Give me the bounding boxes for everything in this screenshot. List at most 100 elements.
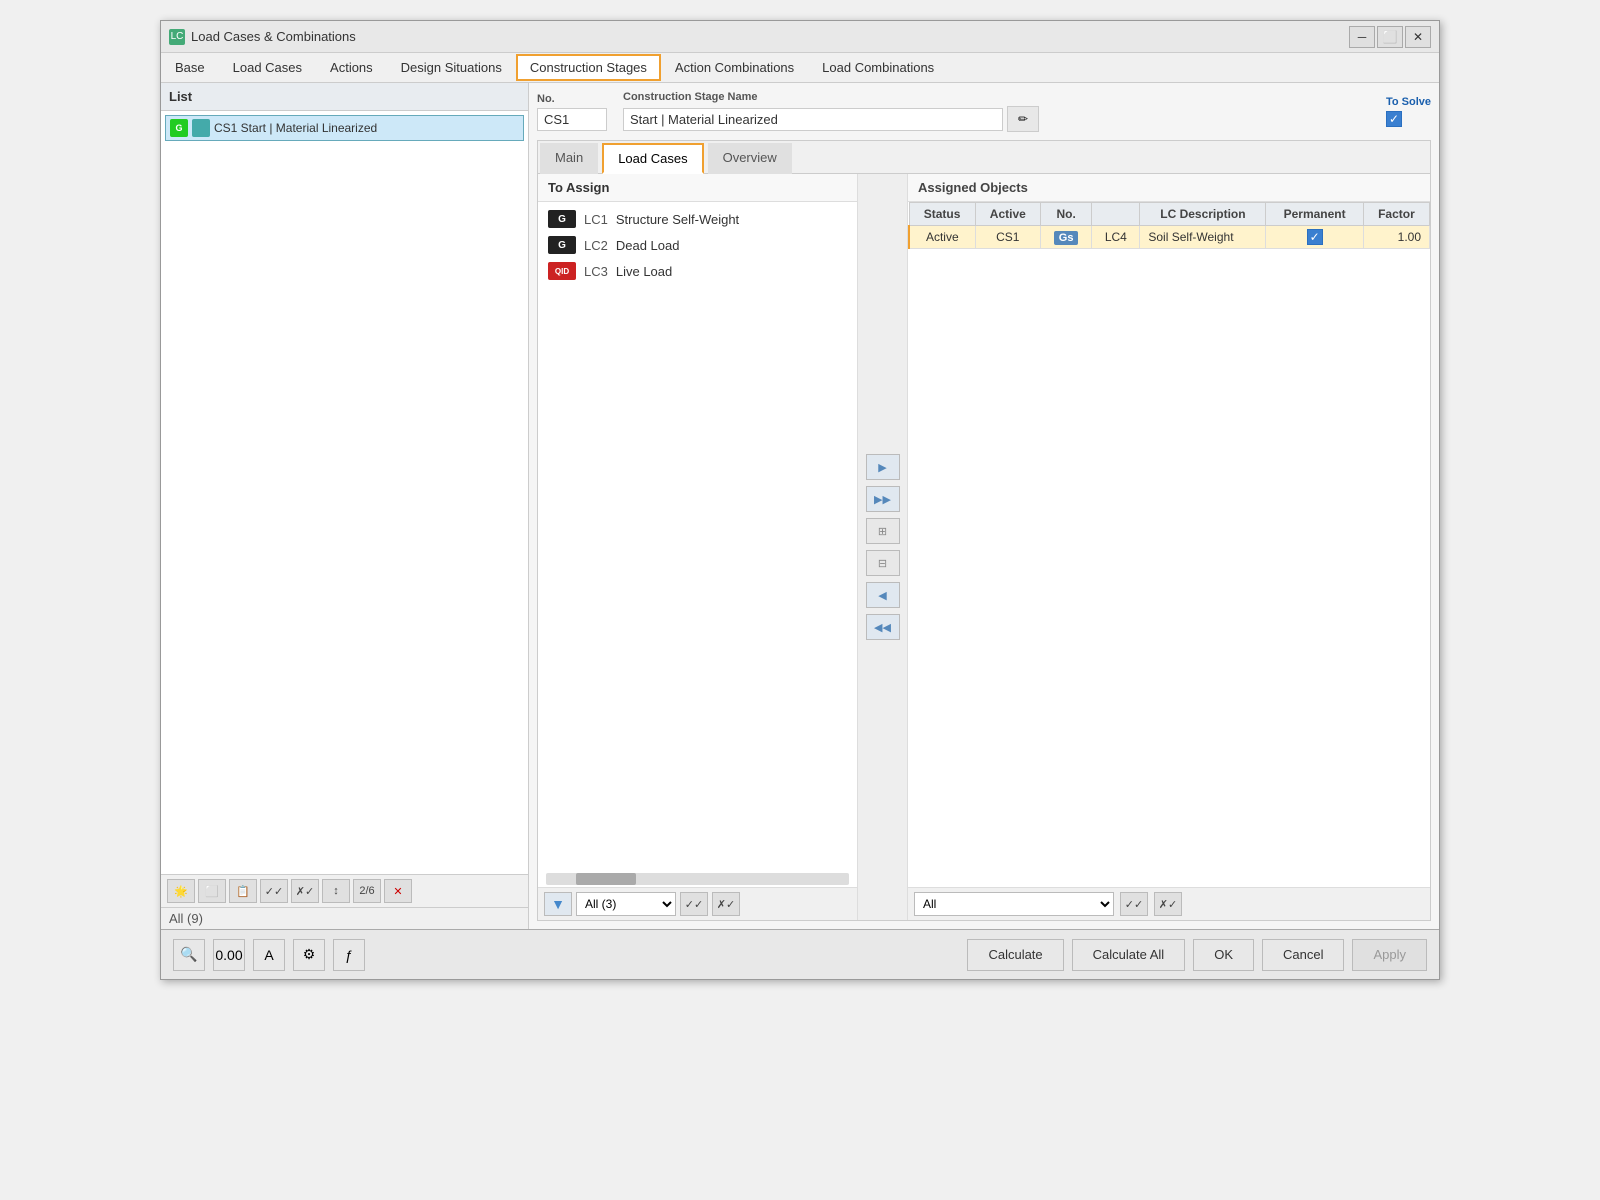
assigned-table[interactable]: Status Active No. LC Description Permane… xyxy=(908,202,1430,887)
name-label: Construction Stage Name xyxy=(623,91,1370,103)
formula-icon-btn[interactable]: ƒ xyxy=(333,939,365,971)
menu-load-cases[interactable]: Load Cases xyxy=(220,55,315,80)
left-toolbar: 🌟 ⬜ 📋 ✓✓ ✗✓ ↕ 2/6 ✕ xyxy=(161,874,528,907)
assign-badge-g1: G xyxy=(548,210,576,228)
menu-base[interactable]: Base xyxy=(162,55,218,80)
check-assigned-button[interactable]: ✓✓ xyxy=(1120,892,1148,916)
assigned-header: Assigned Objects xyxy=(908,174,1430,202)
cell-permanent: ✓ xyxy=(1266,226,1363,249)
check-assign-button[interactable]: ✓✓ xyxy=(680,892,708,916)
transfer-back-all[interactable]: ◀◀ xyxy=(866,614,900,640)
list-area[interactable]: G CS1 Start | Material Linearized xyxy=(161,111,528,874)
to-solve-checkbox[interactable]: ✓ xyxy=(1386,111,1402,127)
tab-panel: Main Load Cases Overview To Assign xyxy=(537,140,1431,921)
assign-scrollbar[interactable] xyxy=(546,873,849,885)
apply-button[interactable]: Apply xyxy=(1352,939,1427,971)
transfer-grid-add[interactable]: ⊞ xyxy=(866,518,900,544)
main-window: LC Load Cases & Combinations ─ ⬜ ✕ Base … xyxy=(160,20,1440,980)
transfer-forward-all[interactable]: ▶▶ xyxy=(866,486,900,512)
tabs: Main Load Cases Overview xyxy=(538,141,1430,174)
assign-item-lc2[interactable]: G LC2 Dead Load xyxy=(538,232,857,258)
assign-code-lc2: LC2 xyxy=(584,238,608,253)
list-item[interactable]: G CS1 Start | Material Linearized xyxy=(165,115,524,141)
transfer-forward-one[interactable]: ▶ xyxy=(866,454,900,480)
cell-active: CS1 xyxy=(975,226,1040,249)
badge-green: G xyxy=(170,119,188,137)
content-area: List G CS1 Start | Material Linearized 🌟… xyxy=(161,83,1439,929)
sort-button[interactable]: ↕ xyxy=(322,879,350,903)
permanent-checkbox[interactable]: ✓ xyxy=(1307,229,1323,245)
tab-main[interactable]: Main xyxy=(540,143,598,174)
text-icon-btn[interactable]: A xyxy=(253,939,285,971)
assign-item-lc3[interactable]: QID LC3 Live Load xyxy=(538,258,857,284)
col-no: No. xyxy=(1040,203,1091,226)
stage-no-input[interactable] xyxy=(537,108,607,131)
cell-description: Soil Self-Weight xyxy=(1140,226,1266,249)
col-badge xyxy=(1092,203,1140,226)
menu-bar: Base Load Cases Actions Design Situation… xyxy=(161,53,1439,83)
app-icon: LC xyxy=(169,29,185,45)
list-footer: All (9) xyxy=(161,907,528,929)
uncheck-assign-button[interactable]: ✗✓ xyxy=(712,892,740,916)
to-assign-panel: To Assign G LC1 Structure Self-Weight G xyxy=(538,174,858,920)
action-bar: 🔍 0.00 A ⚙ ƒ Calculate Calculate All OK … xyxy=(161,929,1439,979)
assigned-objects-table: Status Active No. LC Description Permane… xyxy=(908,202,1430,249)
cell-no: LC4 xyxy=(1092,226,1140,249)
menu-load-combinations[interactable]: Load Combinations xyxy=(809,55,947,80)
calculate-button[interactable]: Calculate xyxy=(967,939,1063,971)
right-panel: No. Construction Stage Name ✏ To Solve ✓ xyxy=(529,83,1439,929)
col-status: Status xyxy=(909,203,975,226)
window-controls: ─ ⬜ ✕ xyxy=(1349,26,1431,48)
assign-filter-select[interactable]: All (3) Active Inactive xyxy=(576,892,676,916)
number-icon-btn[interactable]: 0.00 xyxy=(213,939,245,971)
number-button[interactable]: 2/6 xyxy=(353,879,381,903)
assign-footer: ▼ All (3) Active Inactive ✓✓ ✗✓ xyxy=(538,887,857,920)
action-bar-left: 🔍 0.00 A ⚙ ƒ xyxy=(173,939,365,971)
stage-header: No. Construction Stage Name ✏ To Solve ✓ xyxy=(537,91,1431,132)
menu-action-combinations[interactable]: Action Combinations xyxy=(662,55,807,80)
to-solve-group: To Solve ✓ xyxy=(1386,96,1431,127)
menu-actions[interactable]: Actions xyxy=(317,55,386,80)
stage-name-input[interactable] xyxy=(623,108,1003,131)
add-stage-button[interactable]: 🌟 xyxy=(167,879,195,903)
uncheck-button[interactable]: ✗✓ xyxy=(291,879,319,903)
assigned-footer: All Active Inactive ✓✓ ✗✓ xyxy=(908,887,1430,920)
assign-item-lc1[interactable]: G LC1 Structure Self-Weight xyxy=(538,206,857,232)
assign-name-lc3: Live Load xyxy=(616,264,672,279)
transfer-grid-remove[interactable]: ⊟ xyxy=(866,550,900,576)
ok-button[interactable]: OK xyxy=(1193,939,1254,971)
duplicate-button[interactable]: ⬜ xyxy=(198,879,226,903)
search-icon-btn[interactable]: 🔍 xyxy=(173,939,205,971)
delete-button[interactable]: 📋 xyxy=(229,879,257,903)
transfer-back-one[interactable]: ◀ xyxy=(866,582,900,608)
assign-badge-qid: QID xyxy=(548,262,576,280)
maximize-button[interactable]: ⬜ xyxy=(1377,26,1403,48)
edit-name-button[interactable]: ✏ xyxy=(1007,106,1039,132)
assigned-filter-select[interactable]: All Active Inactive xyxy=(914,892,1114,916)
menu-construction-stages[interactable]: Construction Stages xyxy=(516,54,661,81)
settings-icon-btn[interactable]: ⚙ xyxy=(293,939,325,971)
check-all-button[interactable]: ✓✓ xyxy=(260,879,288,903)
clear-button[interactable]: ✕ xyxy=(384,879,412,903)
list-header: List xyxy=(161,83,528,111)
tab-content: To Assign G LC1 Structure Self-Weight G xyxy=(538,174,1430,920)
cancel-button[interactable]: Cancel xyxy=(1262,939,1344,971)
assign-name-lc1: Structure Self-Weight xyxy=(616,212,739,227)
table-row[interactable]: Active CS1 Gs LC4 Soil Self-Weight xyxy=(909,226,1430,249)
tab-load-cases[interactable]: Load Cases xyxy=(602,143,703,174)
col-permanent: Permanent xyxy=(1266,203,1363,226)
to-solve-label: To Solve xyxy=(1386,96,1431,108)
cell-badge: Gs xyxy=(1054,231,1079,245)
tab-overview[interactable]: Overview xyxy=(708,143,792,174)
close-button[interactable]: ✕ xyxy=(1405,26,1431,48)
menu-design-situations[interactable]: Design Situations xyxy=(388,55,515,80)
cell-status: Active xyxy=(909,226,975,249)
uncheck-assigned-button[interactable]: ✗✓ xyxy=(1154,892,1182,916)
calculate-all-button[interactable]: Calculate All xyxy=(1072,939,1186,971)
filter-button[interactable]: ▼ xyxy=(544,892,572,916)
left-panel: List G CS1 Start | Material Linearized 🌟… xyxy=(161,83,529,929)
assign-code-lc1: LC1 xyxy=(584,212,608,227)
minimize-button[interactable]: ─ xyxy=(1349,26,1375,48)
col-lc-desc: LC Description xyxy=(1140,203,1266,226)
to-assign-header: To Assign xyxy=(538,174,857,202)
